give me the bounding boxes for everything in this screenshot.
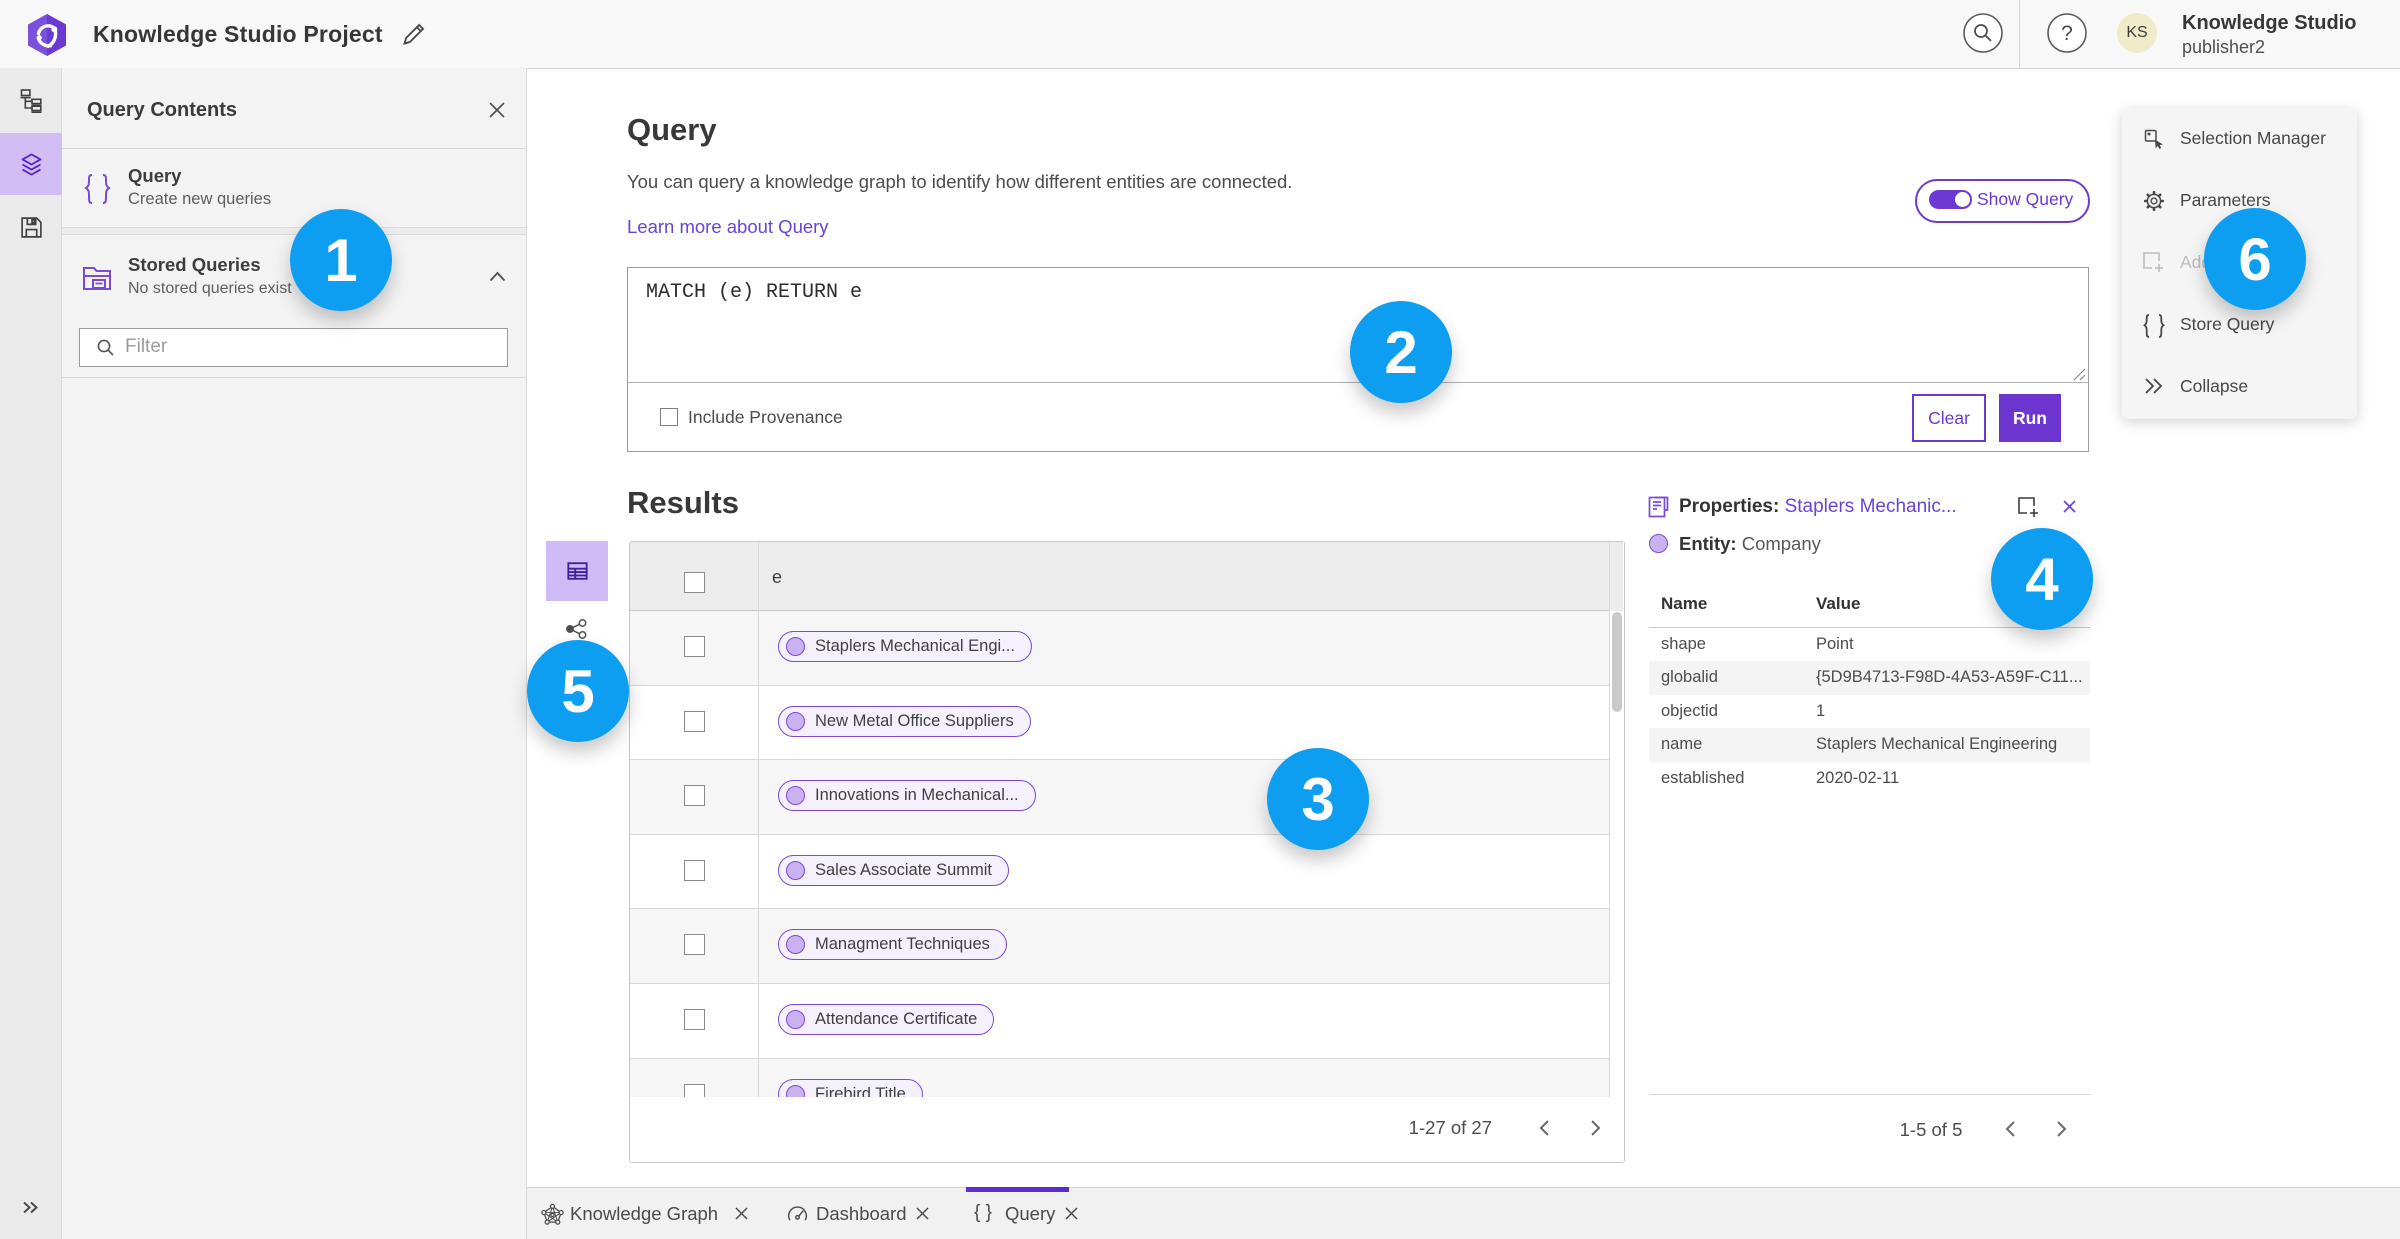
svg-text:?: ? [2061, 22, 2073, 45]
